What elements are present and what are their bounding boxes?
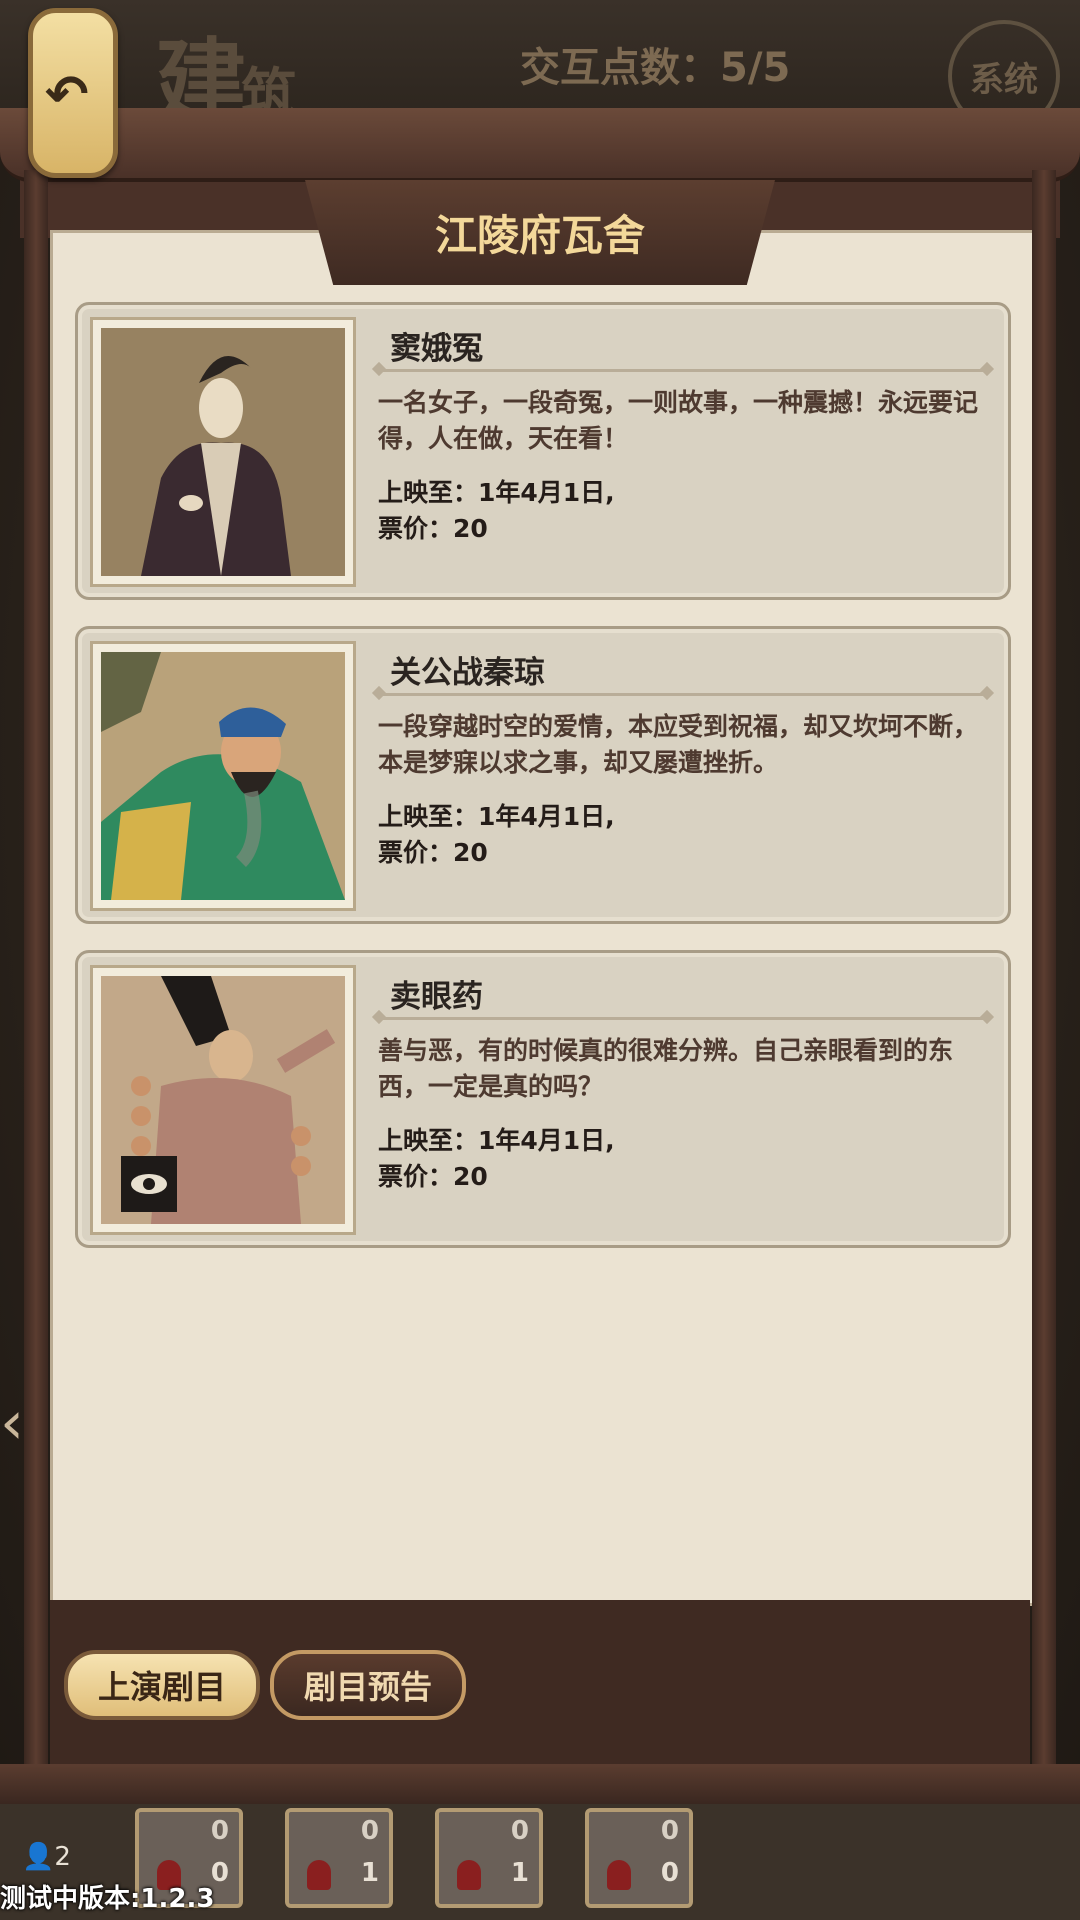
person-icon	[457, 1860, 481, 1890]
building-slot[interactable]: 0 0	[585, 1808, 693, 1908]
version-label: 测试中版本:1.2.3	[0, 1884, 215, 1914]
card-divider	[378, 1017, 988, 1020]
play-title: 窦娥冤	[390, 331, 483, 367]
tab-upcoming-plays[interactable]: 剧目预告	[270, 1650, 466, 1720]
play-ticket-price: 票价：20	[378, 1162, 488, 1191]
play-meta: 上映至：1年4月1日, 票价：20	[378, 1123, 615, 1195]
play-end-date: 上映至：1年4月1日,	[378, 1126, 615, 1155]
building-slot[interactable]: 0 1	[285, 1808, 393, 1908]
worker-count: 👤2	[22, 1842, 71, 1872]
play-meta: 上映至：1年4月1日, 票价：20	[378, 799, 615, 871]
slot-top-count: 0	[210, 1816, 229, 1846]
slot-bottom-count: 1	[510, 1858, 529, 1888]
card-divider	[378, 693, 988, 696]
play-title: 卖眼药	[390, 979, 483, 1015]
play-title: 关公战秦琼	[390, 655, 545, 691]
slot-top-count: 0	[660, 1816, 679, 1846]
tab-current-plays[interactable]: 上演剧目	[64, 1650, 260, 1720]
person-icon	[607, 1860, 631, 1890]
play-end-date: 上映至：1年4月1日,	[378, 478, 615, 507]
play-card[interactable]: 窦娥冤 一名女子，一段奇冤，一则故事，一种震撼！永远要记得，人在做，天在看！ 上…	[75, 302, 1011, 600]
card-divider	[378, 369, 988, 372]
portrait-art-medicine-seller	[101, 976, 345, 1224]
slot-bottom-count: 1	[360, 1858, 379, 1888]
play-ticket-price: 票价：20	[378, 514, 488, 543]
play-portrait	[90, 965, 356, 1235]
slot-top-count: 0	[360, 1816, 379, 1846]
back-arrow-icon: ↶	[45, 65, 89, 125]
portrait-art-woman	[101, 328, 345, 576]
play-description: 一名女子，一段奇冤，一则故事，一种震撼！永远要记得，人在做，天在看！	[378, 388, 979, 453]
frame-pillar-right	[1032, 170, 1056, 1770]
frame-roof	[0, 108, 1080, 182]
play-card[interactable]: 卖眼药 善与恶，有的时候真的很难分辨。自己亲眼看到的东西，一定是真的吗？ 上映至…	[75, 950, 1011, 1248]
play-portrait	[90, 317, 356, 587]
play-card[interactable]: 关公战秦琼 一段穿越时空的爱情，本应受到祝福，却又坎坷不断，本是梦寐以求之事，却…	[75, 626, 1011, 924]
play-end-date: 上映至：1年4月1日,	[378, 802, 615, 831]
play-ticket-price: 票价：20	[378, 838, 488, 867]
slot-bottom-count: 0	[660, 1858, 679, 1888]
frame-base	[0, 1764, 1080, 1804]
worker-count-value: 2	[54, 1842, 71, 1872]
play-description: 善与恶，有的时候真的很难分辨。自己亲眼看到的东西，一定是真的吗？	[378, 1036, 954, 1101]
play-description: 一段穿越时空的爱情，本应受到祝福，却又坎坷不断，本是梦寐以求之事，却又屡遭挫折。	[378, 712, 979, 777]
interaction-points: 交互点数：5/5	[520, 45, 791, 91]
slot-top-count: 0	[510, 1816, 529, 1846]
chevron-left-icon[interactable]: ‹	[0, 1388, 24, 1458]
panel-title: 江陵府瓦舍	[434, 211, 645, 260]
portrait-art-general	[101, 652, 345, 900]
frame-pillar-left	[24, 170, 48, 1770]
building-slot[interactable]: 0 1	[435, 1808, 543, 1908]
back-button[interactable]: ↶	[28, 8, 118, 178]
play-meta: 上映至：1年4月1日, 票价：20	[378, 475, 615, 547]
panel-title-plaque: 江陵府瓦舍	[305, 180, 775, 285]
play-portrait	[90, 641, 356, 911]
person-icon	[307, 1860, 331, 1890]
